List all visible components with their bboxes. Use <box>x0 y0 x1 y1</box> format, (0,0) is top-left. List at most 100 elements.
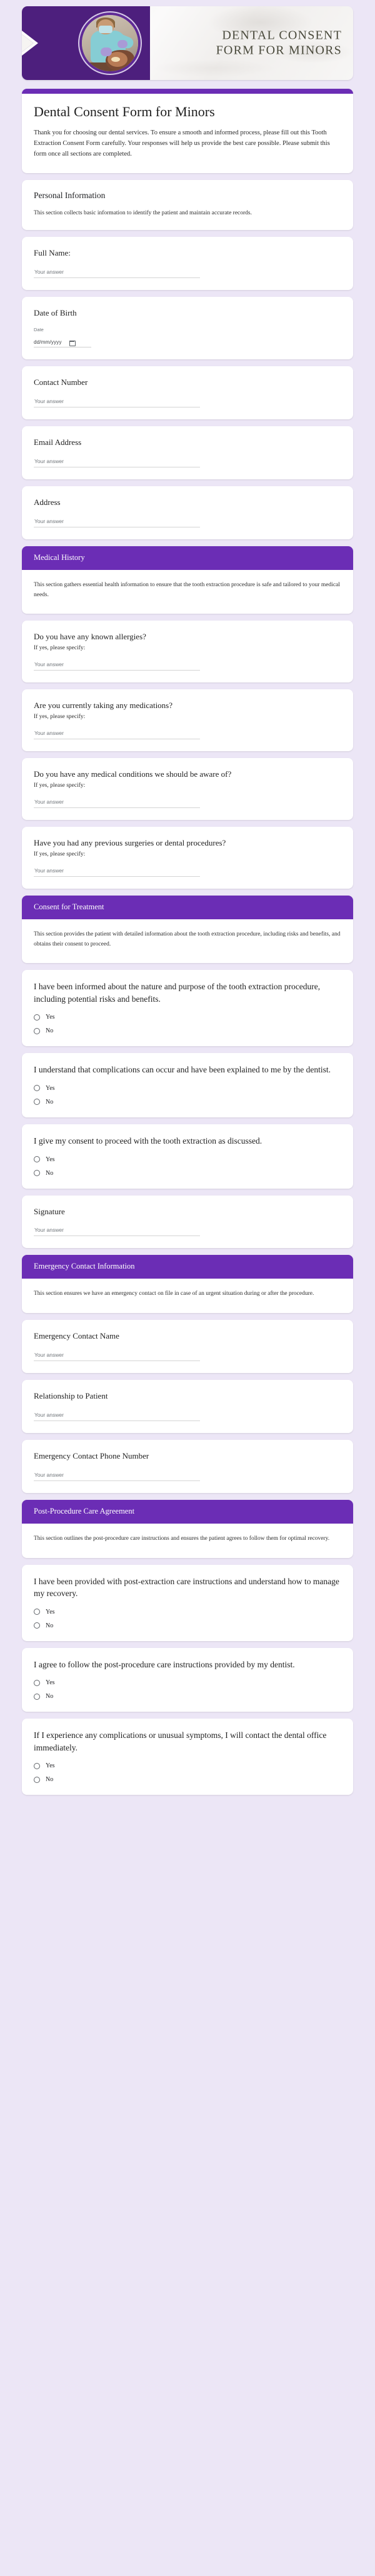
question-label-emergency-contact-name: Emergency Contact Name <box>34 1331 119 1341</box>
answer-input-contact-number[interactable] <box>34 397 200 407</box>
answer-input-signature[interactable] <box>34 1227 200 1237</box>
question-body-signature: Signature <box>22 1196 353 1249</box>
question-card-address: Address <box>22 486 353 539</box>
question-label-give-consent-proceed: I give my consent to proceed with the to… <box>34 1136 262 1146</box>
radio-option-no-informed-nature-purpose[interactable]: No <box>34 1027 341 1034</box>
radio-circle-icon[interactable] <box>34 1156 40 1163</box>
radio-circle-icon[interactable] <box>34 1085 40 1092</box>
answer-input-relationship-to-patient[interactable] <box>34 1412 200 1422</box>
answer-input-emergency-contact-phone-number[interactable] <box>34 1471 200 1481</box>
question-card-medical-conditions: Do you have any medical conditions we sh… <box>22 758 353 821</box>
question-body-relationship-to-patient: Relationship to Patient <box>22 1380 353 1433</box>
question-label-understand-complications: I understand that complications can occu… <box>34 1065 331 1075</box>
photo-glove-right <box>117 39 128 48</box>
question-body-full-name: Full Name: <box>22 237 353 290</box>
answer-input-medical-conditions[interactable] <box>34 799 200 809</box>
question-label-full-name: Full Name: <box>34 248 71 258</box>
question-card-emergency-contact-name: Emergency Contact Name <box>22 1320 353 1374</box>
radio-label-yes-agree-follow-instructions: Yes <box>46 1679 55 1687</box>
radio-option-yes-understand-complications[interactable]: Yes <box>34 1085 341 1092</box>
section-description-wrap-emergency-contact-information: This section ensures we have an emergenc… <box>22 1279 353 1313</box>
question-sublabel-medical-conditions: If yes, please specify: <box>34 782 86 789</box>
radio-label-no-informed-nature-purpose: No <box>46 1027 54 1035</box>
answer-input-email-address[interactable] <box>34 457 200 467</box>
date-caption-date-of-birth: Date <box>34 327 44 333</box>
section-description-wrap-medical-history: This section gathers essential health in… <box>22 570 353 614</box>
radio-label-yes-contact-office-complications: Yes <box>46 1762 55 1770</box>
radio-option-no-give-consent-proceed[interactable]: No <box>34 1170 341 1177</box>
question-label-address: Address <box>34 497 61 507</box>
radio-option-yes-give-consent-proceed[interactable]: Yes <box>34 1156 341 1163</box>
date-placeholder-date-of-birth: dd/mm/yyyy <box>34 339 62 346</box>
radio-circle-icon[interactable] <box>34 1762 40 1769</box>
section-description-wrap-post-procedure-care-agreement: This section outlines the post-procedure… <box>22 1524 353 1558</box>
radio-option-yes-informed-nature-purpose[interactable]: Yes <box>34 1014 341 1021</box>
photo-glove-left <box>100 47 112 57</box>
radio-circle-icon[interactable] <box>34 1776 40 1783</box>
question-body-contact-office-complications: If I experience any complications or unu… <box>22 1719 353 1795</box>
banner-title: DENTAL CONSENT FORM FOR MINORS <box>216 28 342 59</box>
radio-option-yes-agree-follow-instructions[interactable]: Yes <box>34 1679 341 1686</box>
question-card-emergency-contact-phone-number: Emergency Contact Phone Number <box>22 1440 353 1493</box>
question-label-date-of-birth: Date of Birth <box>34 308 77 318</box>
question-card-informed-nature-purpose: I have been informed about the nature an… <box>22 970 353 1047</box>
question-body-emergency-contact-name: Emergency Contact Name <box>22 1320 353 1373</box>
radio-option-no-understand-complications[interactable]: No <box>34 1099 341 1106</box>
question-body-date-of-birth: Date of Birth Date dd/mm/yyyy <box>22 297 353 359</box>
radio-group-understand-complications: Yes No <box>34 1085 341 1106</box>
answer-input-current-medications[interactable] <box>34 730 200 740</box>
radio-group-provided-care-instructions: Yes No <box>34 1609 341 1629</box>
question-card-previous-surgeries: Have you had any previous surgeries or d… <box>22 827 353 889</box>
radio-label-no-agree-follow-instructions: No <box>46 1693 54 1700</box>
date-input-date-of-birth[interactable]: dd/mm/yyyy <box>34 339 91 348</box>
question-sublabel-known-allergies: If yes, please specify: <box>34 645 86 652</box>
radio-option-yes-provided-care-instructions[interactable]: Yes <box>34 1609 341 1615</box>
radio-label-no-provided-care-instructions: No <box>46 1622 54 1629</box>
section-description-medical-history: This section gathers essential health in… <box>34 581 340 598</box>
radio-circle-icon[interactable] <box>34 1170 40 1177</box>
radio-circle-icon[interactable] <box>34 1693 40 1700</box>
radio-option-no-contact-office-complications[interactable]: No <box>34 1776 341 1783</box>
answer-input-previous-surgeries[interactable] <box>34 867 200 877</box>
question-sublabel-previous-surgeries: If yes, please specify: <box>34 851 86 857</box>
radio-label-no-understand-complications: No <box>46 1098 54 1106</box>
answer-input-emergency-contact-name[interactable] <box>34 1352 200 1362</box>
question-label-known-allergies: Do you have any known allergies? <box>34 632 146 642</box>
question-card-provided-care-instructions: I have been provided with post-extractio… <box>22 1564 353 1641</box>
question-label-contact-number: Contact Number <box>34 377 88 387</box>
radio-circle-icon[interactable] <box>34 1609 40 1615</box>
answer-input-full-name[interactable] <box>34 269 200 279</box>
radio-option-no-agree-follow-instructions[interactable]: No <box>34 1693 341 1700</box>
section-title-emergency-contact-information: Emergency Contact Information <box>22 1255 353 1279</box>
radio-option-no-provided-care-instructions[interactable]: No <box>34 1622 341 1629</box>
section-header-emergency-contact-information: Emergency Contact Information This sectio… <box>22 1255 353 1314</box>
section-description-emergency-contact-information: This section ensures we have an emergenc… <box>34 1290 314 1297</box>
question-card-current-medications: Are you currently taking any medications… <box>22 689 353 752</box>
banner-title-line-1: DENTAL CONSENT <box>222 28 342 42</box>
radio-circle-icon[interactable] <box>34 1099 40 1106</box>
answer-input-known-allergies[interactable] <box>34 661 200 671</box>
question-card-give-consent-proceed: I give my consent to proceed with the to… <box>22 1124 353 1189</box>
calendar-icon[interactable] <box>69 339 76 347</box>
question-card-understand-complications: I understand that complications can occu… <box>22 1053 353 1117</box>
answer-input-address[interactable] <box>34 517 200 527</box>
radio-circle-icon[interactable] <box>34 1679 40 1686</box>
radio-option-yes-contact-office-complications[interactable]: Yes <box>34 1762 341 1769</box>
question-card-contact-office-complications: If I experience any complications or unu… <box>22 1719 353 1795</box>
question-body-informed-nature-purpose: I have been informed about the nature an… <box>22 970 353 1046</box>
section-header-personal-information: Personal Information This section collect… <box>22 179 353 231</box>
radio-group-contact-office-complications: Yes No <box>34 1762 341 1783</box>
question-label-agree-follow-instructions: I agree to follow the post-procedure car… <box>34 1659 295 1669</box>
question-label-contact-office-complications: If I experience any complications or unu… <box>34 1730 327 1752</box>
section-header-medical-history: Medical History This section gathers esse… <box>22 546 353 614</box>
radio-group-give-consent-proceed: Yes No <box>34 1156 341 1177</box>
section-header-consent-for-treatment: Consent for Treatment This section provid… <box>22 895 353 964</box>
radio-circle-icon[interactable] <box>34 1622 40 1629</box>
section-description-personal-information: This section collects basic information … <box>34 209 252 216</box>
section-title-medical-history: Medical History <box>22 546 353 570</box>
question-card-full-name: Full Name: <box>22 237 353 291</box>
radio-circle-icon[interactable] <box>34 1027 40 1034</box>
question-label-relationship-to-patient: Relationship to Patient <box>34 1391 108 1401</box>
photo-face-mask <box>99 26 112 34</box>
radio-circle-icon[interactable] <box>34 1014 40 1021</box>
